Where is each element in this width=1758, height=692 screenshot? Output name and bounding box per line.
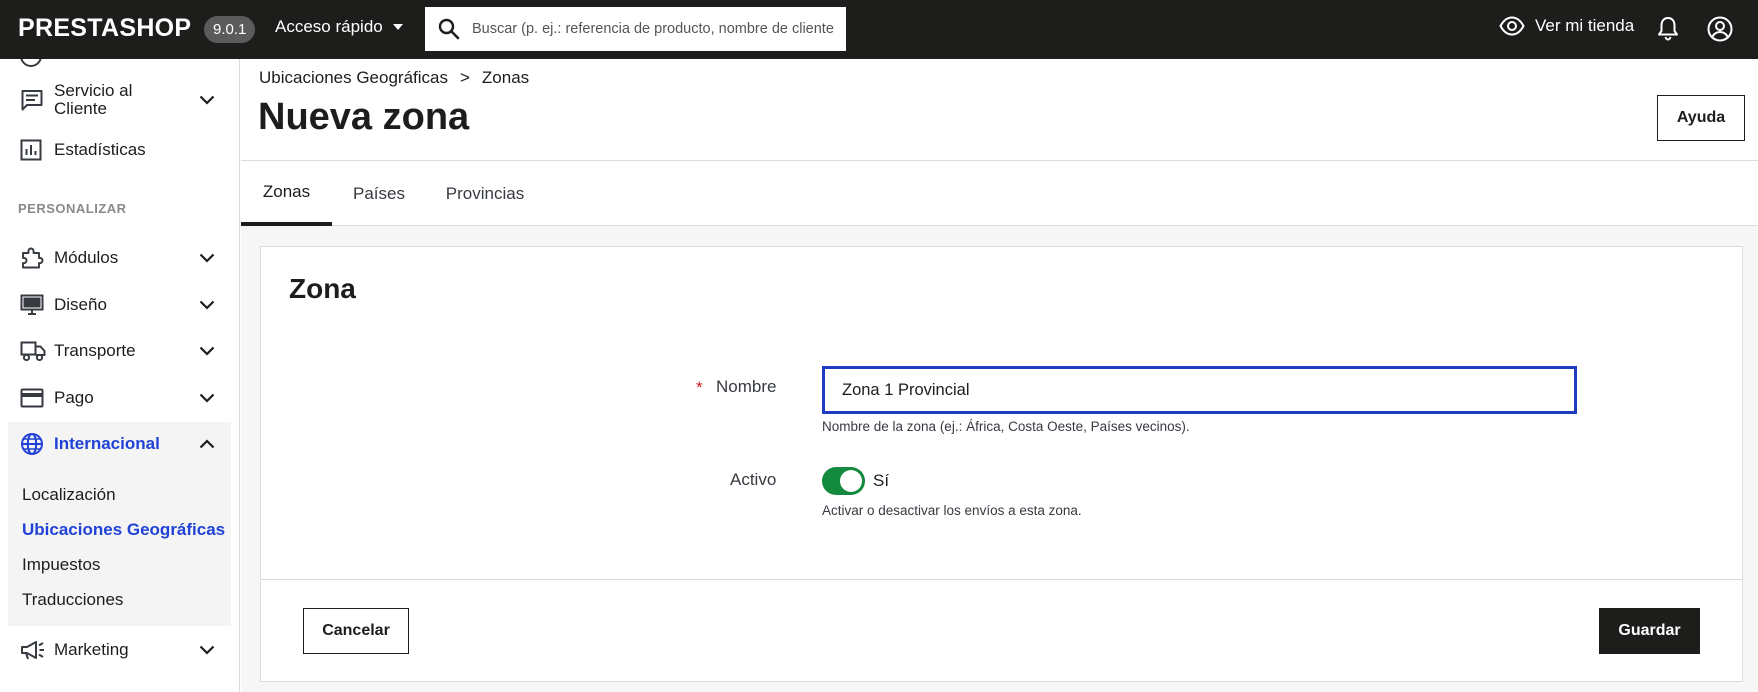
- chat-icon: [20, 88, 44, 112]
- sidebar-item-label: Estadísticas: [54, 140, 146, 159]
- sidebar-item-label: Módulos: [54, 248, 119, 267]
- cancel-button[interactable]: Cancelar: [303, 608, 409, 654]
- sidebar-item-label: Internacional: [54, 434, 160, 453]
- help-button[interactable]: Ayuda: [1657, 95, 1745, 141]
- globe-icon: [20, 432, 44, 456]
- sidebar-subitem-traducciones[interactable]: Traducciones: [22, 590, 123, 610]
- sidebar-item-diseno[interactable]: Diseño: [0, 283, 231, 327]
- dashboard-icon: [20, 59, 42, 67]
- card-icon: [20, 388, 44, 408]
- sidebar-item-label: Diseño: [54, 295, 107, 314]
- sidebar-subitem-ubicaciones[interactable]: Ubicaciones Geográficas: [22, 520, 225, 540]
- chart-icon: [20, 139, 42, 161]
- chevron-down-icon: [199, 645, 215, 655]
- search-icon[interactable]: [437, 17, 461, 41]
- sidebar-item-internacional[interactable]: Internacional: [0, 422, 231, 466]
- sidebar-item-label: Transporte: [54, 341, 136, 360]
- chevron-down-icon: [199, 393, 215, 403]
- sidebar-item-marketing[interactable]: Marketing: [0, 628, 231, 672]
- view-shop-label: Ver mi tienda: [1535, 16, 1635, 35]
- sidebar-item-label: Pago: [54, 388, 94, 407]
- active-help-text: Activar o desactivar los envíos a esta z…: [822, 503, 1082, 518]
- view-shop-link[interactable]: Ver mi tienda: [1499, 16, 1634, 36]
- search-input[interactable]: [472, 7, 842, 51]
- required-marker: *: [696, 378, 703, 397]
- megaphone-icon: [20, 639, 46, 661]
- version-badge: 9.0.1: [204, 16, 256, 43]
- sidebar-item-transporte[interactable]: Transporte: [0, 329, 231, 373]
- sidebar-item-label: Servicio al Cliente: [54, 81, 133, 118]
- tab-zonas[interactable]: Zonas: [241, 161, 332, 226]
- tab-paises[interactable]: Países: [332, 161, 426, 226]
- sidebar-subitem-localizacion[interactable]: Localización: [22, 485, 116, 505]
- breadcrumb: Ubicaciones Geográficas > Zonas: [259, 68, 529, 88]
- search-box: [425, 7, 846, 51]
- sidebar-item-estadisticas[interactable]: Estadísticas: [0, 128, 231, 172]
- sidebar-item-servicio-cliente[interactable]: Servicio al Cliente: [0, 77, 231, 123]
- tab-provincias[interactable]: Provincias: [426, 161, 544, 226]
- sidebar: Servicio al Cliente Estadísticas PERSONA…: [0, 59, 240, 692]
- sidebar-subitem-impuestos[interactable]: Impuestos: [22, 555, 100, 575]
- chevron-up-icon: [199, 439, 215, 449]
- truck-icon: [20, 340, 46, 362]
- sidebar-item-pago[interactable]: Pago: [0, 376, 231, 420]
- chevron-down-icon: [199, 346, 215, 356]
- card-footer-divider: [261, 579, 1742, 580]
- active-toggle-label: Sí: [873, 471, 890, 490]
- sidebar-section-heading: PERSONALIZAR: [18, 201, 127, 216]
- active-label: Activo: [730, 470, 777, 489]
- chevron-down-icon: [199, 300, 215, 310]
- account-icon[interactable]: [1707, 16, 1733, 42]
- bell-icon[interactable]: [1657, 16, 1679, 41]
- breadcrumb-separator: >: [459, 68, 470, 87]
- sidebar-item-label: Marketing: [54, 640, 129, 659]
- quick-access-dropdown[interactable]: Acceso rápido: [275, 17, 403, 37]
- prestashop-logo[interactable]: PRESTASHOP: [18, 14, 191, 43]
- name-input[interactable]: [822, 366, 1577, 414]
- active-toggle[interactable]: [822, 467, 865, 495]
- eye-icon: [1499, 16, 1525, 36]
- toggle-knob: [840, 470, 862, 492]
- puzzle-icon: [20, 246, 44, 270]
- breadcrumb-ubicaciones[interactable]: Ubicaciones Geográficas: [259, 68, 448, 88]
- chevron-down-icon: [199, 253, 215, 263]
- top-bar: PRESTASHOP 9.0.1 Acceso rápido Ver mi ti…: [0, 0, 1758, 59]
- tab-bar: Zonas Países Provincias: [241, 161, 1758, 226]
- card-title: Zona: [289, 273, 356, 304]
- page-title: Nueva zona: [258, 96, 470, 138]
- save-button[interactable]: Guardar: [1599, 608, 1700, 654]
- chevron-down-icon: [199, 95, 215, 105]
- name-label: Nombre: [716, 377, 777, 396]
- name-help-text: Nombre de la zona (ej.: África, Costa Oe…: [822, 419, 1190, 434]
- quick-access-label: Acceso rápido: [275, 17, 383, 36]
- breadcrumb-current: Zonas: [481, 68, 530, 87]
- sidebar-item-modulos[interactable]: Módulos: [0, 236, 231, 280]
- caret-down-icon: [392, 24, 403, 30]
- monitor-icon: [20, 294, 44, 316]
- zone-form-card: Zona * Nombre Nombre de la zona (ej.: Áf…: [260, 246, 1743, 682]
